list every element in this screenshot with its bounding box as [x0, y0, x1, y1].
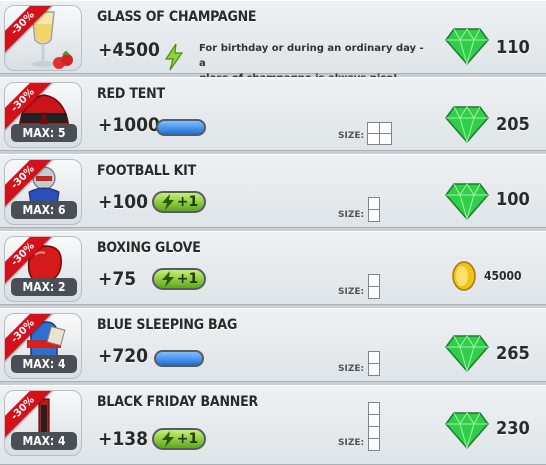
- item-name: RED TENT: [97, 86, 165, 102]
- size-cell: [368, 286, 380, 299]
- shop-item-row[interactable]: -30% MAX: 4 BLACK FRIDAY BANNER +138 +1 …: [0, 385, 546, 465]
- item-price: 110: [496, 37, 530, 58]
- item-thumbnail: -30%: [4, 5, 82, 71]
- item-name: FOOTBALL KIT: [97, 163, 197, 179]
- energy-bonus-pill: +1: [152, 191, 206, 213]
- gem-icon: [445, 183, 489, 221]
- discount-ribbon: -30%: [5, 6, 55, 56]
- item-name: BLUE SLEEPING BAG: [97, 317, 238, 333]
- item-price: 45000: [484, 269, 522, 283]
- shop-item-list: -30% GLASS OF CHAMPAGNE +4500 For birthd…: [0, 0, 546, 465]
- description-line-1: For birthday or during an ordinary day -…: [199, 43, 424, 69]
- size-cell: [368, 438, 380, 451]
- item-price: 100: [496, 189, 530, 210]
- coin-icon: [452, 261, 476, 291]
- max-quantity-badge: MAX: 4: [11, 432, 77, 450]
- shop-item-row[interactable]: -30% MAX: 6 FOOTBALL KIT +100 +1 SIZE: 1…: [0, 154, 546, 228]
- energy-bolt-icon: [161, 271, 174, 287]
- discount-label: -30%: [5, 6, 55, 56]
- shop-item-row[interactable]: -30% MAX: 4 BLUE SLEEPING BAG +720 SIZE:…: [0, 308, 546, 382]
- item-bonus: +75: [98, 268, 137, 290]
- shop-item-row[interactable]: -30% MAX: 2 BOXING GLOVE +75 +1 SIZE: 45…: [0, 231, 546, 305]
- blue-bar-icon: [156, 119, 206, 136]
- item-bonus: +138: [98, 428, 149, 450]
- size-cell: [368, 363, 380, 376]
- item-thumbnail: -30% MAX: 5: [4, 82, 82, 148]
- gem-icon: [445, 335, 489, 373]
- blue-bar-icon: [154, 350, 204, 367]
- item-thumbnail: -30% MAX: 4: [4, 313, 82, 379]
- item-price: 205: [496, 114, 530, 135]
- item-price: 230: [496, 418, 530, 439]
- energy-bonus-value: +1: [176, 271, 199, 287]
- energy-bonus-value: +1: [176, 194, 199, 210]
- energy-bolt-icon: [161, 431, 174, 447]
- energy-bonus-pill: +1: [152, 428, 206, 450]
- size-cell: [379, 133, 392, 145]
- energy-bolt-icon: [164, 43, 184, 71]
- item-thumbnail: -30% MAX: 4: [4, 390, 82, 456]
- size-label: SIZE:: [338, 364, 365, 374]
- energy-bolt-icon: [161, 194, 174, 210]
- size-label: SIZE:: [338, 287, 365, 297]
- gem-icon: [445, 28, 489, 66]
- size-cell: [368, 209, 380, 222]
- item-price: 265: [496, 343, 530, 364]
- max-quantity-badge: MAX: 4: [11, 355, 77, 373]
- item-name: GLASS OF CHAMPAGNE: [97, 9, 257, 25]
- shop-item-row[interactable]: -30% MAX: 5 RED TENT +1000 SIZE: 205: [0, 77, 546, 151]
- item-name: BOXING GLOVE: [97, 240, 201, 256]
- size-label: SIZE:: [338, 438, 365, 448]
- gem-icon: [445, 106, 489, 144]
- item-bonus: +720: [98, 345, 149, 367]
- max-quantity-badge: MAX: 2: [11, 278, 77, 296]
- gem-icon: [445, 412, 489, 450]
- energy-bonus-value: +1: [176, 431, 199, 447]
- item-bonus: +100: [98, 191, 149, 213]
- energy-bonus-pill: +1: [152, 268, 206, 290]
- item-thumbnail: -30% MAX: 2: [4, 236, 82, 302]
- item-thumbnail: -30% MAX: 6: [4, 159, 82, 225]
- max-quantity-badge: MAX: 6: [11, 201, 77, 219]
- item-bonus: +1000: [98, 114, 160, 136]
- item-bonus: +4500: [98, 39, 160, 61]
- shop-item-row[interactable]: -30% GLASS OF CHAMPAGNE +4500 For birthd…: [0, 0, 546, 84]
- size-label: SIZE:: [338, 210, 365, 220]
- item-name: BLACK FRIDAY BANNER: [97, 394, 259, 410]
- size-label: SIZE:: [338, 131, 365, 141]
- max-quantity-badge: MAX: 5: [11, 124, 77, 142]
